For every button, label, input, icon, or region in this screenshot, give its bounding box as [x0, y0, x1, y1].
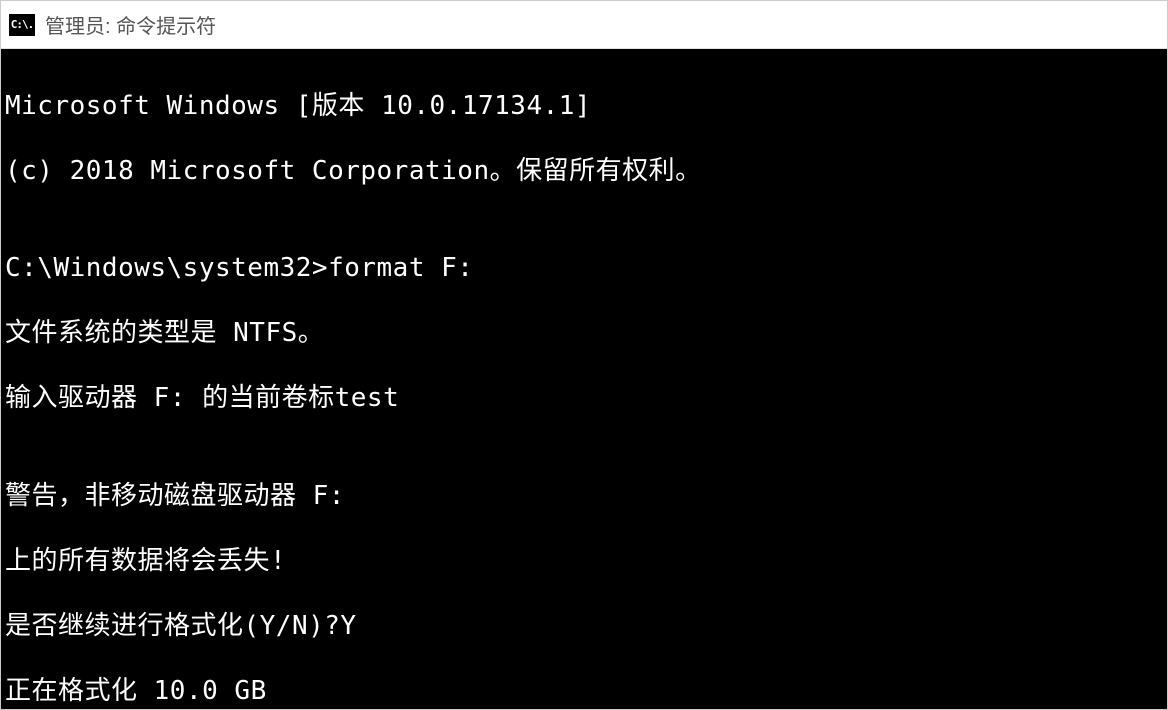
terminal-output[interactable]: Microsoft Windows [版本 10.0.17134.1] (c) … — [1, 49, 1167, 709]
terminal-line: 上的所有数据将会丢失! — [5, 545, 1163, 578]
terminal-line: 正在格式化 10.0 GB — [5, 675, 1163, 708]
terminal-line: 警告，非移动磁盘驱动器 F: — [5, 480, 1163, 513]
terminal-line: 文件系统的类型是 NTFS。 — [5, 317, 1163, 350]
terminal-line: 是否继续进行格式化(Y/N)?Y — [5, 610, 1163, 643]
terminal-line: 输入驱动器 F: 的当前卷标test — [5, 382, 1163, 415]
titlebar[interactable]: C:\. 管理员: 命令提示符 — [1, 1, 1167, 49]
terminal-line: C:\Windows\system32>format F: — [5, 252, 1163, 285]
command-prompt-window: C:\. 管理员: 命令提示符 Microsoft Windows [版本 10… — [0, 0, 1168, 710]
terminal-line: (c) 2018 Microsoft Corporation。保留所有权利。 — [5, 155, 1163, 188]
terminal-line: Microsoft Windows [版本 10.0.17134.1] — [5, 90, 1163, 123]
cmd-icon: C:\. — [9, 14, 35, 36]
window-title: 管理员: 命令提示符 — [45, 10, 216, 39]
